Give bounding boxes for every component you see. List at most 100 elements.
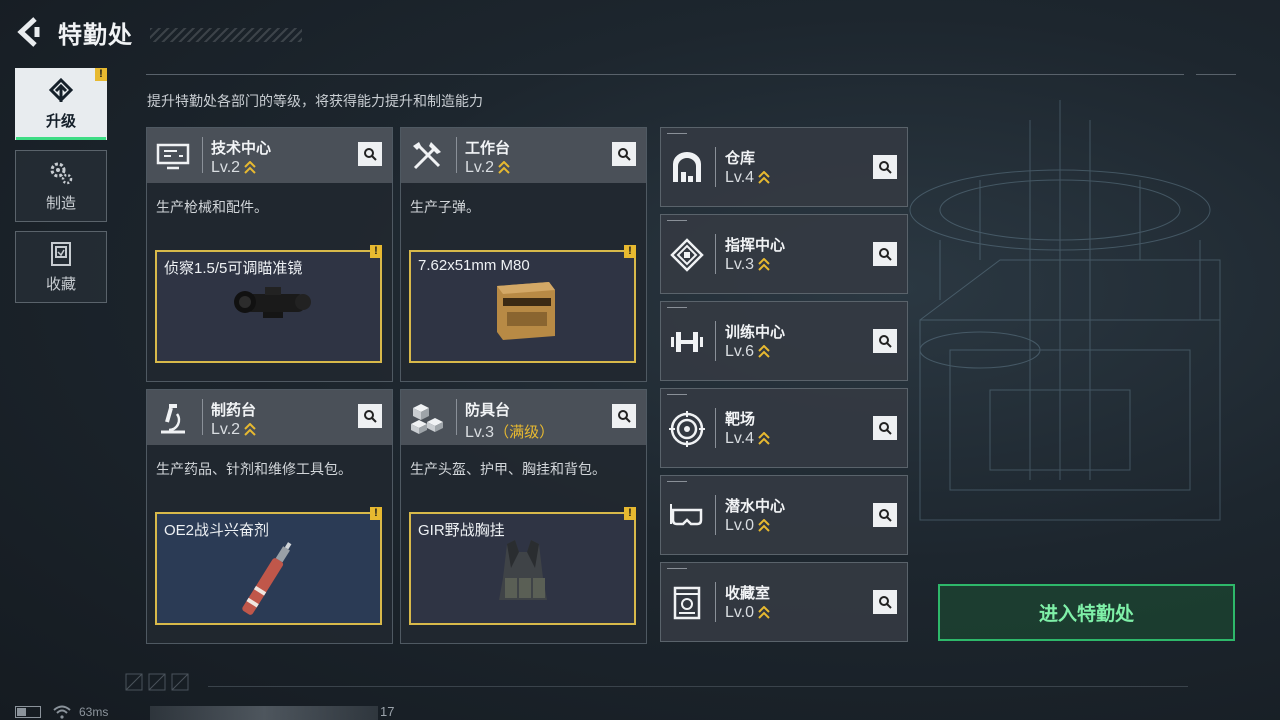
facility-name: 靶场 [725,411,756,428]
crafting-item-slot[interactable]: 7.62x51mm M80 ! [409,245,636,363]
alert-icon: ! [624,245,636,258]
inspect-button[interactable] [358,142,382,166]
separator [202,137,203,173]
divider [208,686,1188,687]
facility-name: 潜水中心 [725,498,786,515]
chest-rig-icon [499,540,547,600]
facility-name: 仓库 [725,150,756,167]
magnifier-icon [879,161,892,174]
ammo-box-icon [497,282,555,340]
tab-collection[interactable]: 收藏 [15,231,107,303]
level-text: Lv.0 [725,604,755,621]
facility-shooting-range[interactable]: 靶场 Lv.4 [660,388,908,468]
workshop-name: 制药台 [211,402,257,419]
tab-upgrade[interactable]: 升级 ! [15,68,107,140]
crafting-item-slot[interactable]: OE2战斗兴奋剂 ! [155,507,382,625]
enter-special-ops-button[interactable]: 进入特勤处 [938,584,1235,641]
decoration [667,481,687,482]
back-button[interactable] [14,14,44,50]
facility-warehouse[interactable]: 仓库 Lv.4 [660,127,908,207]
scope-icon [234,287,311,318]
item-name: 侦察1.5/5可调瞄准镜 [164,260,303,277]
decoration [667,307,687,308]
dumbbell-icon [671,332,703,352]
facility-command-center[interactable]: 指挥中心 Lv.3 [660,214,908,294]
tab-craft[interactable]: 制造 [15,150,107,222]
facility-name: 训练中心 [725,324,786,341]
magnifier-icon [879,422,892,435]
bottom-decoration [125,673,189,691]
facility-level: Lv.0 [725,604,770,622]
workshop-description: 生产枪械和配件。 [156,199,268,215]
inspect-button[interactable] [873,590,897,614]
workshop-card-armor-bench: 防具台 Lv.3（满级） 生产头盔、护甲、胸挂和背包。 GIR野战胸挂 ! [400,389,647,644]
alert-icon: ! [370,507,382,520]
magnifier-icon [618,148,631,161]
magnifier-icon [618,410,631,423]
alert-icon: ! [370,245,382,258]
tab-label: 升级 [45,112,76,130]
card-header: 制药台 Lv.2 [147,390,392,445]
max-level-badge: （满级） [494,424,555,441]
magnifier-icon [879,596,892,609]
upgrade-chevron-icon [758,344,770,358]
redacted-bar [150,706,378,720]
level-text: Lv.2 [211,159,241,176]
magnifier-icon [879,335,892,348]
microscope-icon [161,404,185,434]
card-header: 技术中心 Lv.2 [147,128,392,183]
status-number: 17 [380,704,395,719]
inspect-button[interactable] [358,404,382,428]
facility-level: Lv.4 [725,430,770,448]
decoration [667,394,687,395]
title-decoration [150,28,302,42]
separator [715,582,716,622]
upgrade-chevron-icon [244,422,256,436]
facility-training-center[interactable]: 训练中心 Lv.6 [660,301,908,381]
separator [456,137,457,173]
facility-collection-room[interactable]: 收藏室 Lv.0 [660,562,908,642]
facility-name: 指挥中心 [725,237,786,254]
back-arrow-icon [17,17,40,47]
background-blueprint [909,100,1221,521]
decoration [667,568,687,569]
workshop-card-tech-center: 技术中心 Lv.2 生产枪械和配件。 侦察1.5/5可调瞄准镜 ! [146,127,393,382]
workshop-level: Lv.3（满级） [465,421,554,442]
inspect-button[interactable] [873,242,897,266]
crafting-item-slot[interactable]: 侦察1.5/5可调瞄准镜 ! [155,245,382,363]
inspect-button[interactable] [612,142,636,166]
inspect-button[interactable] [873,416,897,440]
gears-icon [50,162,73,184]
level-text: Lv.2 [211,421,241,438]
inspect-button[interactable] [873,329,897,353]
target-icon [669,411,705,447]
facility-diving-center[interactable]: 潜水中心 Lv.0 [660,475,908,555]
page-subtitle: 提升特勤处各部门的等级，将获得能力提升和制造能力 [147,93,483,109]
status-bar: 63ms [15,704,108,720]
level-text: Lv.3 [725,256,755,273]
separator [715,495,716,535]
decoration [667,220,687,221]
crafting-item-slot[interactable]: GIR野战胸挂 ! [409,507,636,625]
upgrade-chevron-icon [758,431,770,445]
inspect-button[interactable] [873,503,897,527]
workshop-description: 生产子弹。 [410,199,480,215]
card-header: 防具台 Lv.3（满级） [401,390,646,445]
divider [1196,74,1236,75]
inspect-button[interactable] [612,404,636,428]
magnifier-icon [364,410,377,423]
inspect-button[interactable] [873,155,897,179]
alert-icon: ! [624,507,636,520]
workshop-card-workbench: 工作台 Lv.2 生产子弹。 7.62x51mm M80 ! [400,127,647,382]
separator [715,321,716,361]
alert-icon: ! [95,68,107,81]
upgrade-icon [48,77,74,102]
workshop-card-pharmacy: 制药台 Lv.2 生产药品、针剂和维修工具包。 OE2战斗兴奋剂 ! [146,389,393,644]
facility-level: Lv.6 [725,343,770,361]
separator [715,147,716,187]
upgrade-chevron-icon [758,518,770,532]
upgrade-chevron-icon [758,605,770,619]
separator [715,234,716,274]
magnifier-icon [879,509,892,522]
workshop-level: Lv.2 [211,421,256,439]
